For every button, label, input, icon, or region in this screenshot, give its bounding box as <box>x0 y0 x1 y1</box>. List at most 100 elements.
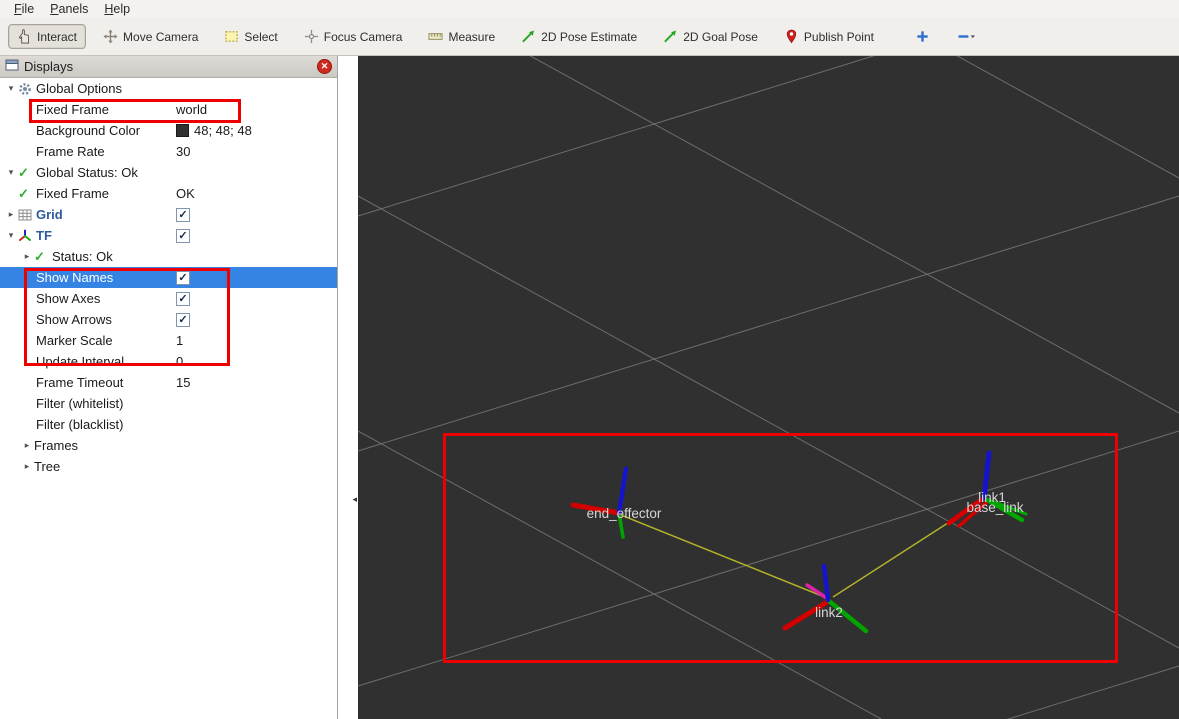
display-row-tf[interactable]: ▾ TF ✓ <box>0 225 337 246</box>
property-name: Status: Ok <box>52 249 113 264</box>
expand-right-icon[interactable]: ▸ <box>20 251 34 262</box>
checkbox[interactable]: ✓ <box>176 228 190 243</box>
expand-right-icon[interactable]: ▸ <box>20 461 34 472</box>
expand-right-icon[interactable]: ▸ <box>4 209 18 220</box>
property-name: Update Interval <box>36 354 125 369</box>
expand-down-icon[interactable]: ▾ <box>4 167 18 178</box>
display-row-show-axes[interactable]: Show Axes ✓ <box>0 288 337 309</box>
property-name: Global Options <box>36 81 122 96</box>
display-row-frame-rate[interactable]: Frame Rate 30 <box>0 141 337 162</box>
display-row-show-names[interactable]: Show Names ✓ <box>0 267 337 288</box>
checkbox[interactable]: ✓ <box>176 270 190 285</box>
viewport-canvas[interactable]: end_effector link2 link1 base_link <box>358 56 1179 719</box>
ruler-icon <box>428 29 443 44</box>
frame-label-end-effector: end_effector <box>587 506 662 521</box>
display-row-show-arrows[interactable]: Show Arrows ✓ <box>0 309 337 330</box>
tool-measure[interactable]: Measure <box>419 24 504 49</box>
property-name: Frames <box>34 438 79 453</box>
display-row-grid[interactable]: ▸ Grid ✓ <box>0 204 337 225</box>
display-row-marker-scale[interactable]: Marker Scale 1 <box>0 330 337 351</box>
property-name-cell: Show Names <box>4 270 176 285</box>
display-row-status-ok[interactable]: ▸ ✓ Status: Ok <box>0 246 337 267</box>
menu-help[interactable]: Help <box>96 1 138 17</box>
render-viewport[interactable]: end_effector link2 link1 base_link <box>358 56 1179 719</box>
tool-interact[interactable]: Interact <box>8 24 87 49</box>
tool-label: Move Camera <box>123 29 199 44</box>
property-value-cell: OK <box>176 186 337 201</box>
panel-window-icon <box>5 58 19 75</box>
display-row-global-options[interactable]: ▾ Global Options <box>0 78 337 99</box>
tool-label: Focus Camera <box>323 29 403 44</box>
displays-panel-titlebar[interactable]: Displays ✕ <box>0 56 337 78</box>
property-value-cell: ✓ <box>176 312 337 327</box>
display-row-filter-whitelist[interactable]: Filter (whitelist) <box>0 393 337 414</box>
property-name-cell: Frame Timeout <box>4 375 176 390</box>
panel-splitter[interactable]: ◂ <box>338 56 358 719</box>
menu-panels[interactable]: Panels <box>42 1 96 17</box>
property-name: Tree <box>34 459 61 474</box>
expand-down-icon[interactable]: ▾ <box>4 230 18 241</box>
tool-add-tool[interactable] <box>909 24 936 49</box>
property-name: Show Axes <box>36 291 101 306</box>
tool-2d-goal-pose[interactable]: 2D Goal Pose <box>654 24 767 49</box>
property-name: Frame Timeout <box>36 375 124 390</box>
checkbox[interactable]: ✓ <box>176 291 190 306</box>
displays-panel: Displays ✕ ▾ Global Options Fixed Frame wor… <box>0 56 338 719</box>
displays-tree: ▾ Global Options Fixed Frame world Backgroun… <box>0 78 337 477</box>
gear-icon <box>18 82 36 96</box>
property-value-cell: ✓ <box>176 207 337 222</box>
property-name-cell: ▸ Tree <box>20 459 176 474</box>
display-row-update-interval[interactable]: Update Interval 0 <box>0 351 337 372</box>
menu-file[interactable]: File <box>6 1 42 17</box>
checkbox[interactable]: ✓ <box>176 312 190 327</box>
tool-publish-point[interactable]: Publish Point <box>775 24 883 49</box>
tool-2d-pose-estimate[interactable]: 2D Pose Estimate <box>512 24 646 49</box>
expand-down-icon[interactable]: ▾ <box>4 83 18 94</box>
property-name: Fixed Frame <box>36 102 109 117</box>
tool-label: 2D Pose Estimate <box>541 29 638 44</box>
property-value-cell: 0 <box>176 354 337 369</box>
property-value[interactable]: 0 <box>176 354 183 369</box>
property-name: TF <box>36 228 52 243</box>
property-value[interactable]: 1 <box>176 333 183 348</box>
property-value-cell: ✓ <box>176 228 337 243</box>
minus-dropdown-icon <box>956 29 977 44</box>
property-value[interactable]: 48; 48; 48 <box>194 123 252 138</box>
green-arrow-icon <box>663 29 678 44</box>
property-name-cell: ▸ ✓ Status: Ok <box>20 249 176 265</box>
frame-label-link2: link2 <box>815 605 843 620</box>
property-value[interactable]: world <box>176 102 207 117</box>
expand-right-icon[interactable]: ▸ <box>20 440 34 451</box>
main-area: Displays ✕ ▾ Global Options Fixed Frame wor… <box>0 56 1179 719</box>
display-row-frames[interactable]: ▸ Frames <box>0 435 337 456</box>
property-name-cell: Background Color <box>4 123 176 138</box>
display-row-fixed-frame[interactable]: Fixed Frame world <box>0 99 337 120</box>
property-value[interactable]: 30 <box>176 144 190 159</box>
tf-frame-end-effector <box>570 466 629 539</box>
display-row-filter-blacklist[interactable]: Filter (blacklist) <box>0 414 337 435</box>
property-name: Global Status: Ok <box>36 165 138 180</box>
property-name-cell: Show Axes <box>4 291 176 306</box>
display-row-frame-timeout[interactable]: Frame Timeout 15 <box>0 372 337 393</box>
close-icon[interactable]: ✕ <box>317 59 332 74</box>
collapse-panel-icon[interactable]: ◂ <box>352 494 357 505</box>
checkbox[interactable]: ✓ <box>176 207 190 222</box>
display-row-background-color[interactable]: Background Color 48; 48; 48 <box>0 120 337 141</box>
display-row-tree[interactable]: ▸ Tree <box>0 456 337 477</box>
check-icon: ✓ <box>18 185 29 201</box>
property-value[interactable]: 15 <box>176 375 190 390</box>
tool-focus-camera[interactable]: Focus Camera <box>295 24 412 49</box>
menu-bar: File Panels Help <box>0 0 1179 18</box>
property-value[interactable]: OK <box>176 186 195 201</box>
tool-label: Interact <box>37 29 78 44</box>
display-row-fixed-frame[interactable]: ✓ Fixed Frame OK <box>0 183 337 204</box>
hand-icon <box>17 29 32 44</box>
property-name-cell: Frame Rate <box>4 144 176 159</box>
property-name-cell: Show Arrows <box>4 312 176 327</box>
property-name-cell: Filter (blacklist) <box>4 417 176 432</box>
tool-move-camera[interactable]: Move Camera <box>94 24 207 49</box>
tool-remove-tool[interactable] <box>950 24 983 49</box>
tool-select[interactable]: Select <box>215 24 286 49</box>
property-name-cell: Marker Scale <box>4 333 176 348</box>
display-row-global-status-ok[interactable]: ▾ ✓ Global Status: Ok <box>0 162 337 183</box>
